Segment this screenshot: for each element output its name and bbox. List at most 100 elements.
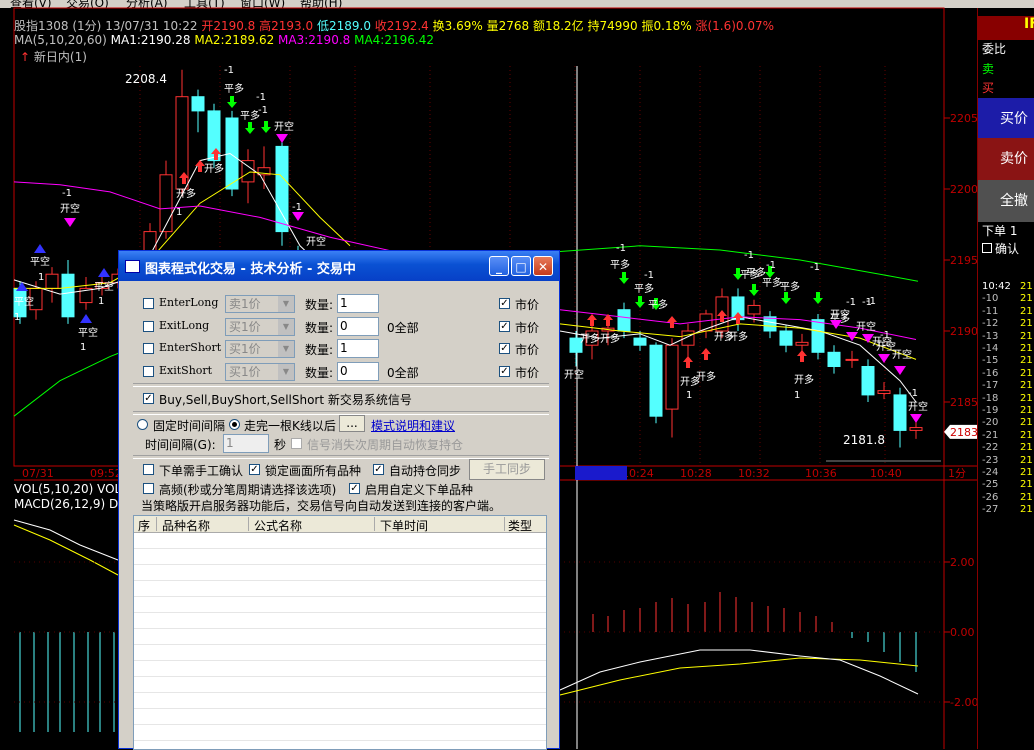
buy-signal-arrow [683, 356, 693, 368]
col-order-time[interactable]: 下单时间 [380, 517, 505, 533]
signal-text: 开空 [830, 308, 850, 321]
row-qty-input[interactable]: 0 [337, 362, 379, 381]
fixed-interval-radio[interactable] [137, 419, 148, 430]
tick-value: 21 [1020, 392, 1033, 404]
candle-body [893, 394, 907, 431]
sell-price-button[interactable]: 卖价买 [978, 138, 1034, 209]
row-market-checkbox[interactable]: ✓ [499, 343, 510, 354]
row-signal-name: ExitShort [159, 364, 213, 377]
row-price-select[interactable]: 买1价 ▼ [225, 318, 295, 336]
signal-table[interactable]: 序 品种名称 公式名称 下单时间 类型 [133, 515, 547, 750]
signal-restore-checkbox[interactable] [291, 438, 302, 449]
auto-sync-checkbox[interactable]: ✓ [373, 464, 384, 475]
signal-text: 开多 [176, 187, 196, 200]
tick-value: 21 [1020, 491, 1033, 503]
signal-text: -1 [880, 330, 890, 341]
close-button[interactable]: ✕ [533, 256, 553, 276]
row-qty-input[interactable]: 0 [337, 317, 379, 336]
col-formula[interactable]: 公式名称 [254, 517, 375, 533]
macd-dif-line [559, 649, 919, 695]
row-qty-label: 数量: [305, 343, 334, 357]
candle-body [827, 351, 841, 367]
macd-dif-line [13, 519, 119, 561]
tick-row: -16 21 [978, 367, 1034, 380]
row-signal-name: EnterLong [159, 296, 219, 309]
col-index[interactable]: 序 [138, 517, 157, 533]
high-freq-checkbox[interactable] [143, 483, 154, 494]
buy-price-button[interactable]: 买价卖 [978, 98, 1034, 169]
signal-text: 开多 [794, 373, 814, 386]
interval-input[interactable]: 1 [223, 434, 269, 453]
row-enable-checkbox[interactable] [143, 343, 154, 354]
maximize-button[interactable]: □ [511, 256, 531, 276]
manual-confirm-checkbox[interactable] [143, 464, 154, 475]
row-price-select[interactable]: 卖1价 ▼ [225, 295, 295, 313]
custom-product-checkbox[interactable]: ✓ [349, 483, 360, 494]
row-qty-input[interactable]: 1 [337, 294, 379, 313]
table-row [134, 708, 546, 725]
chevron-down-icon: ▼ [278, 319, 294, 335]
quote-name: 股指1308 (1分) [14, 19, 102, 33]
price-axis-label: 2190 [950, 325, 977, 338]
row-price-select[interactable]: 买1价 ▼ [225, 340, 295, 358]
signal-text: 1 [176, 207, 182, 218]
signal-text: 开多 [204, 162, 224, 175]
col-type[interactable]: 类型 [508, 517, 542, 533]
table-row [134, 532, 546, 549]
row-enable-checkbox[interactable] [143, 298, 154, 309]
row-enable-checkbox[interactable] [143, 366, 154, 377]
signal-text: 开空 [274, 120, 294, 133]
tick-time: -14 [982, 343, 999, 354]
options-button[interactable]: ... [339, 415, 365, 432]
tick-value: 21 [1020, 380, 1033, 392]
col-product[interactable]: 品种名称 [162, 517, 249, 533]
tick-row: 10:42 21 [978, 280, 1034, 293]
tick-time: -19 [982, 405, 999, 416]
cover-signal-triangle [80, 314, 92, 323]
time-axis-label: 07/31 [22, 467, 54, 480]
row-qty-input[interactable]: 1 [337, 339, 379, 358]
divider [133, 383, 549, 387]
row-market-checkbox[interactable]: ✓ [499, 366, 510, 377]
tick-time: -16 [982, 367, 999, 379]
mode-help-link[interactable]: 模式说明和建议 [371, 417, 455, 434]
signal-text: -1 [766, 260, 776, 271]
quote-turnover: 换3.69% [432, 19, 483, 33]
manual-sync-button[interactable]: 手工同步 [469, 459, 545, 480]
candle-body [763, 316, 777, 332]
tick-value: 21 [1020, 442, 1033, 454]
signal-text: 1 [80, 342, 86, 353]
minimize-button[interactable]: _ [489, 256, 509, 276]
tick-time: -20 [982, 417, 999, 429]
tick-row: -14 21 [978, 342, 1034, 355]
tick-time: -25 [982, 479, 999, 491]
period-label: 1分 [948, 467, 966, 480]
signal-text: 平多 [762, 276, 782, 289]
row-market-checkbox[interactable]: ✓ [499, 321, 510, 332]
auto-sync-label: 自动持仓同步 [389, 464, 462, 478]
confirm-checkbox[interactable]: 确认 [978, 240, 1034, 258]
row-price-select[interactable]: 买1价 ▼ [225, 363, 295, 381]
row-market-checkbox[interactable]: ✓ [499, 298, 510, 309]
signal-text: 开多 [580, 332, 600, 345]
cancel-all-button[interactable]: 全撤 [978, 180, 1034, 222]
ma4-value: MA4:2196.42 [354, 33, 434, 47]
new-signal-checkbox[interactable]: ✓ [143, 393, 154, 404]
candle-body [811, 319, 825, 353]
tick-value: 21 [1020, 479, 1033, 491]
tick-row: -19 21 [978, 404, 1034, 417]
order-qty-label[interactable]: 下单 1 [978, 222, 1034, 240]
after-bar-radio[interactable] [229, 419, 240, 430]
price-axis-label: 2185 [950, 396, 977, 409]
row-enable-checkbox[interactable] [143, 321, 154, 332]
signal-text: -1 [866, 296, 876, 307]
row-qty-label: 数量: [305, 321, 334, 335]
tick-value: 21 [1020, 318, 1033, 330]
table-row [134, 676, 546, 693]
signal-text: 开空 [306, 235, 326, 248]
lock-all-checkbox[interactable]: ✓ [249, 464, 260, 475]
signal-text: 平空 [14, 295, 34, 308]
row-qty-label: 数量: [305, 366, 334, 380]
table-row [134, 612, 546, 629]
dialog-titlebar[interactable]: 图表程式化交易 - 技术分析 - 交易中 _ □ ✕ [119, 251, 559, 281]
